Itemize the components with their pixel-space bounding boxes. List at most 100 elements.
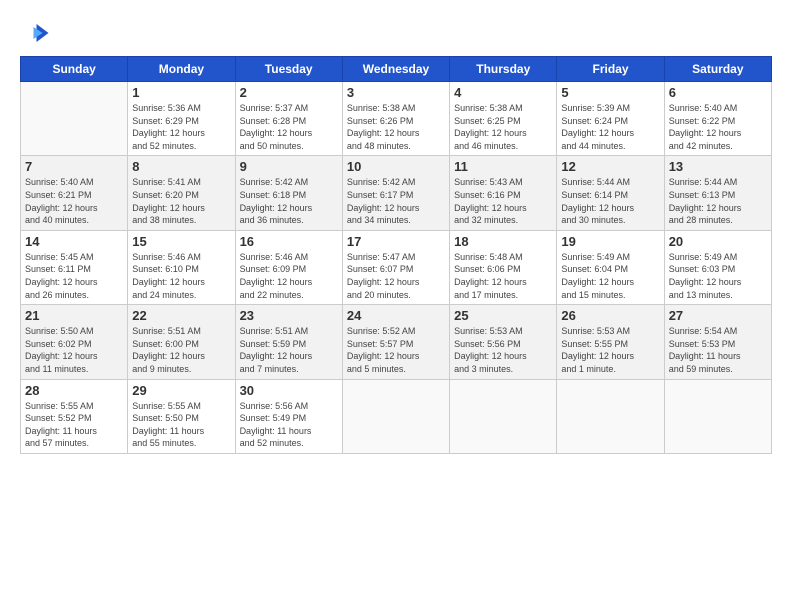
day-number: 30 [240,383,338,398]
day-info: Sunrise: 5:55 AMSunset: 5:50 PMDaylight:… [132,400,230,450]
day-info: Sunrise: 5:44 AMSunset: 6:14 PMDaylight:… [561,176,659,226]
day-number: 20 [669,234,767,249]
calendar-cell [450,379,557,453]
day-info: Sunrise: 5:53 AMSunset: 5:55 PMDaylight:… [561,325,659,375]
weekday-header-tuesday: Tuesday [235,57,342,82]
day-info: Sunrise: 5:37 AMSunset: 6:28 PMDaylight:… [240,102,338,152]
calendar-cell [21,82,128,156]
calendar-cell: 30 Sunrise: 5:56 AMSunset: 5:49 PMDayligh… [235,379,342,453]
day-info: Sunrise: 5:45 AMSunset: 6:11 PMDaylight:… [25,251,123,301]
calendar-cell: 22 Sunrise: 5:51 AMSunset: 6:00 PMDayligh… [128,305,235,379]
day-number: 13 [669,159,767,174]
day-info: Sunrise: 5:48 AMSunset: 6:06 PMDaylight:… [454,251,552,301]
calendar-table: SundayMondayTuesdayWednesdayThursdayFrid… [20,56,772,454]
calendar-week-row: 7Sunrise: 5:40 AMSunset: 6:21 PMDaylight… [21,156,772,230]
day-number: 26 [561,308,659,323]
calendar-cell: 12 Sunrise: 5:44 AMSunset: 6:14 PMDayligh… [557,156,664,230]
calendar-cell: 21 Sunrise: 5:50 AMSunset: 6:02 PMDayligh… [21,305,128,379]
day-info: Sunrise: 5:43 AMSunset: 6:16 PMDaylight:… [454,176,552,226]
calendar-cell: 5Sunrise: 5:39 AMSunset: 6:24 PMDaylight… [557,82,664,156]
day-info: Sunrise: 5:42 AMSunset: 6:18 PMDaylight:… [240,176,338,226]
day-number: 8 [132,159,230,174]
day-info: Sunrise: 5:46 AMSunset: 6:10 PMDaylight:… [132,251,230,301]
weekday-header-wednesday: Wednesday [342,57,449,82]
calendar-cell: 3Sunrise: 5:38 AMSunset: 6:26 PMDaylight… [342,82,449,156]
calendar-cell: 20Sunrise: 5:49 AMSunset: 6:03 PMDayligh… [664,230,771,304]
day-info: Sunrise: 5:54 AMSunset: 5:53 PMDaylight:… [669,325,767,375]
day-number: 4 [454,85,552,100]
day-number: 1 [132,85,230,100]
day-number: 24 [347,308,445,323]
calendar-cell: 27 Sunrise: 5:54 AMSunset: 5:53 PMDayligh… [664,305,771,379]
calendar-cell: 7Sunrise: 5:40 AMSunset: 6:21 PMDaylight… [21,156,128,230]
calendar-cell: 4 Sunrise: 5:38 AMSunset: 6:25 PMDaylight… [450,82,557,156]
day-number: 28 [25,383,123,398]
weekday-header-thursday: Thursday [450,57,557,82]
day-info: Sunrise: 5:47 AMSunset: 6:07 PMDaylight:… [347,251,445,301]
day-info: Sunrise: 5:44 AMSunset: 6:13 PMDaylight:… [669,176,767,226]
day-info: Sunrise: 5:52 AMSunset: 5:57 PMDaylight:… [347,325,445,375]
day-number: 6 [669,85,767,100]
day-number: 15 [132,234,230,249]
day-number: 10 [347,159,445,174]
day-info: Sunrise: 5:41 AMSunset: 6:20 PMDaylight:… [132,176,230,226]
day-info: Sunrise: 5:51 AMSunset: 5:59 PMDaylight:… [240,325,338,375]
day-number: 17 [347,234,445,249]
calendar-cell: 25 Sunrise: 5:53 AMSunset: 5:56 PMDayligh… [450,305,557,379]
weekday-header-sunday: Sunday [21,57,128,82]
day-number: 18 [454,234,552,249]
calendar-cell: 13 Sunrise: 5:44 AMSunset: 6:13 PMDayligh… [664,156,771,230]
calendar-cell: 24 Sunrise: 5:52 AMSunset: 5:57 PMDayligh… [342,305,449,379]
day-number: 9 [240,159,338,174]
calendar-cell: 28 Sunrise: 5:55 AMSunset: 5:52 PMDayligh… [21,379,128,453]
calendar-cell: 10 Sunrise: 5:42 AMSunset: 6:17 PMDayligh… [342,156,449,230]
day-info: Sunrise: 5:42 AMSunset: 6:17 PMDaylight:… [347,176,445,226]
calendar-cell: 19Sunrise: 5:49 AMSunset: 6:04 PMDayligh… [557,230,664,304]
day-number: 29 [132,383,230,398]
calendar-cell [557,379,664,453]
logo [20,18,54,48]
calendar-cell: 2 Sunrise: 5:37 AMSunset: 6:28 PMDaylight… [235,82,342,156]
logo-icon [20,18,50,48]
day-number: 22 [132,308,230,323]
day-number: 21 [25,308,123,323]
day-number: 3 [347,85,445,100]
calendar-week-row: 14 Sunrise: 5:45 AMSunset: 6:11 PMDayligh… [21,230,772,304]
calendar-cell: 1 Sunrise: 5:36 AMSunset: 6:29 PMDaylight… [128,82,235,156]
weekday-header-saturday: Saturday [664,57,771,82]
day-number: 27 [669,308,767,323]
day-info: Sunrise: 5:40 AMSunset: 6:22 PMDaylight:… [669,102,767,152]
day-number: 2 [240,85,338,100]
day-info: Sunrise: 5:51 AMSunset: 6:00 PMDaylight:… [132,325,230,375]
day-info: Sunrise: 5:46 AMSunset: 6:09 PMDaylight:… [240,251,338,301]
weekday-header-row: SundayMondayTuesdayWednesdayThursdayFrid… [21,57,772,82]
day-number: 7 [25,159,123,174]
day-number: 25 [454,308,552,323]
calendar-cell: 29 Sunrise: 5:55 AMSunset: 5:50 PMDayligh… [128,379,235,453]
calendar-week-row: 1 Sunrise: 5:36 AMSunset: 6:29 PMDaylight… [21,82,772,156]
day-info: Sunrise: 5:55 AMSunset: 5:52 PMDaylight:… [25,400,123,450]
calendar-cell: 6 Sunrise: 5:40 AMSunset: 6:22 PMDaylight… [664,82,771,156]
day-info: Sunrise: 5:56 AMSunset: 5:49 PMDaylight:… [240,400,338,450]
calendar-cell: 17 Sunrise: 5:47 AMSunset: 6:07 PMDayligh… [342,230,449,304]
calendar-cell: 11 Sunrise: 5:43 AMSunset: 6:16 PMDayligh… [450,156,557,230]
day-number: 5 [561,85,659,100]
calendar-week-row: 28 Sunrise: 5:55 AMSunset: 5:52 PMDayligh… [21,379,772,453]
page: SundayMondayTuesdayWednesdayThursdayFrid… [0,0,792,612]
weekday-header-monday: Monday [128,57,235,82]
calendar-cell: 18 Sunrise: 5:48 AMSunset: 6:06 PMDayligh… [450,230,557,304]
calendar-cell: 23 Sunrise: 5:51 AMSunset: 5:59 PMDayligh… [235,305,342,379]
weekday-header-friday: Friday [557,57,664,82]
day-info: Sunrise: 5:36 AMSunset: 6:29 PMDaylight:… [132,102,230,152]
day-info: Sunrise: 5:53 AMSunset: 5:56 PMDaylight:… [454,325,552,375]
calendar-cell: 14 Sunrise: 5:45 AMSunset: 6:11 PMDayligh… [21,230,128,304]
calendar-cell: 16Sunrise: 5:46 AMSunset: 6:09 PMDayligh… [235,230,342,304]
day-number: 11 [454,159,552,174]
day-number: 12 [561,159,659,174]
day-info: Sunrise: 5:38 AMSunset: 6:25 PMDaylight:… [454,102,552,152]
calendar-cell: 8 Sunrise: 5:41 AMSunset: 6:20 PMDaylight… [128,156,235,230]
day-number: 23 [240,308,338,323]
day-number: 14 [25,234,123,249]
day-info: Sunrise: 5:50 AMSunset: 6:02 PMDaylight:… [25,325,123,375]
calendar-cell [664,379,771,453]
